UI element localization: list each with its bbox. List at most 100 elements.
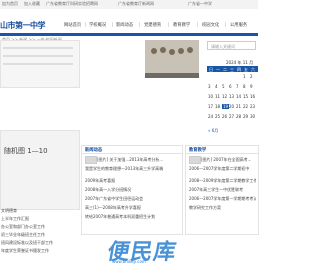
teaching-panel-title: 教育教学 [189, 148, 207, 153]
teaching-item[interactable]: 2006—2007学年度第一学期期考考试 [189, 196, 256, 202]
teaching-item[interactable]: 教学研究工作方案 [189, 205, 256, 211]
news-panel-title: 新闻动态 [85, 148, 103, 153]
calendar-day[interactable]: 26 [222, 114, 227, 119]
person-shape [151, 48, 157, 54]
news-item[interactable]: 转给2007年普通高考本科双重招生计划 [85, 214, 155, 220]
nav-home[interactable]: 网站首页 [64, 22, 81, 28]
news-item[interactable]: [图片] 关于加强...2013年高考分析... [97, 157, 179, 163]
nav-divider [139, 22, 140, 27]
calendar-day[interactable]: 13 [229, 94, 234, 99]
nav-news[interactable]: 新闻动态 [116, 22, 133, 28]
weekday: 五 [244, 66, 248, 72]
news-item[interactable]: 高三(1)—2008年高考升学喜报 [85, 205, 141, 211]
calendar-day[interactable]: 12 [222, 94, 227, 99]
photo-slideshow[interactable] [145, 40, 199, 78]
news-item[interactable]: 2008年高一入学分班情况 [85, 187, 131, 193]
nav-divider [85, 22, 86, 27]
placeholder-line [3, 55, 73, 57]
nav-divider [168, 22, 169, 27]
top-link[interactable]: 加为首页 [2, 1, 18, 7]
calendar-day[interactable]: 17 [208, 104, 213, 109]
nav-teaching[interactable]: 教育教学 [173, 22, 190, 28]
news-item[interactable]: 2009年高考喜报 [85, 178, 115, 184]
calendar-day[interactable]: 2 [250, 74, 253, 79]
calendar-day[interactable]: 18 [215, 104, 220, 109]
news-panel: 新闻动态 [图片] 关于加强...2013年高考分析... 我是学生的教育理想—… [81, 145, 183, 235]
top-link[interactable]: 广东省一中学 [188, 1, 212, 7]
calendar-day[interactable]: 30 [250, 114, 255, 119]
top-link[interactable]: 加入收藏 [24, 1, 40, 7]
person-shape [178, 48, 184, 54]
left-list-item[interactable]: 上半年工作汇报 [1, 216, 29, 222]
top-link[interactable]: 广东省教育厅科研实验招聘网 [46, 1, 98, 7]
calendar-day[interactable]: 10 [208, 94, 213, 99]
nav-services[interactable]: 公用服务 [230, 22, 247, 28]
calendar-day[interactable]: 16 [250, 94, 255, 99]
site-logo[interactable]: 山市第一中学 [0, 20, 46, 31]
left-list-item[interactable]: 班风建设标准以及班干部工作 [1, 240, 53, 246]
calendar-day[interactable]: 1 [243, 74, 246, 79]
left-list-item[interactable]: 初三毕业年级班主任工作 [1, 232, 45, 238]
person-shape [187, 47, 193, 53]
teaching-panel-header: 教育教学 [186, 146, 258, 154]
news-item[interactable]: 我是学生的教育理想—2013年高三升学高端 [85, 166, 179, 172]
calendar-day[interactable]: 29 [243, 114, 248, 119]
calendar-day[interactable]: 20 [229, 104, 234, 109]
calendar-day[interactable]: 22 [243, 104, 248, 109]
search-input[interactable]: 请输入关键词 [207, 41, 256, 50]
banner-text: 随机图 1—10 [4, 147, 48, 155]
weekday: 日 [209, 66, 213, 72]
person-shape [160, 47, 166, 53]
header-accent-bar [0, 33, 258, 36]
teaching-item[interactable]: 2006—2007学年度第二学期初中 [189, 166, 256, 172]
calendar-day[interactable]: 24 [208, 114, 213, 119]
watermark-url: www.bmkeji.com [112, 259, 146, 264]
weekday: 二 [223, 66, 227, 72]
calendar-day[interactable]: 14 [236, 94, 241, 99]
calendar-day[interactable]: 6 [229, 84, 232, 89]
teaching-item[interactable]: 2008—2009学年度第二学期教学工作 [189, 178, 256, 184]
news-thumbnail[interactable] [85, 156, 97, 164]
site-header: 山市第一中学 网站首页 学校概况 新闻动态 党建德育 教育教学 校园文化 公用服… [0, 9, 258, 33]
person-shape [169, 49, 175, 55]
slideshow-caption-bar [145, 73, 199, 78]
left-list-item[interactable]: 文明德育 [1, 208, 17, 214]
placeholder-line [3, 63, 73, 65]
news-item[interactable]: 2007年广东省中学生田径运动会 [85, 196, 143, 202]
nav-divider [112, 22, 113, 27]
calendar-prev-link[interactable]: « 6月 [208, 128, 218, 134]
left-list-item[interactable]: 年度学生荣誉证书颁发工作 [1, 248, 49, 254]
teaching-item[interactable]: [图片] 2007年在全国高考... [201, 157, 256, 163]
calendar-day[interactable]: 25 [215, 114, 220, 119]
calendar-day[interactable]: 11 [215, 94, 220, 99]
weekday: 三 [230, 66, 234, 72]
placeholder-line [3, 47, 73, 49]
teaching-panel: 教育教学 [图片] 2007年在全国高考... 2006—2007学年度第二学期… [185, 145, 259, 235]
calendar-day[interactable]: 9 [250, 84, 253, 89]
calendar-day[interactable]: 8 [243, 84, 246, 89]
left-feature-box [0, 40, 80, 88]
nav-party[interactable]: 党建德育 [144, 22, 161, 28]
teaching-thumbnail[interactable] [189, 156, 201, 164]
left-list-item[interactable]: 办公室和部门办公室工作 [1, 224, 45, 230]
calendar-day[interactable]: 7 [236, 84, 239, 89]
calendar-day[interactable]: 23 [250, 104, 255, 109]
top-link[interactable]: 广东省教育厅新闻网 [118, 1, 154, 7]
calendar-day[interactable]: 27 [229, 114, 234, 119]
calendar-day[interactable]: 21 [236, 104, 241, 109]
random-image-banner[interactable]: 随机图 1—10 [0, 130, 80, 210]
nav-culture[interactable]: 校园文化 [202, 22, 219, 28]
weekday: 四 [237, 66, 241, 72]
calendar-day[interactable]: 5 [222, 84, 225, 89]
nav-divider [225, 22, 226, 27]
nav-about[interactable]: 学校概况 [89, 22, 106, 28]
calendar-day[interactable]: 3 [208, 84, 211, 89]
teaching-item[interactable]: 2007年高三学生一中优胜联考 [189, 187, 256, 193]
calendar-day[interactable]: 4 [215, 84, 218, 89]
news-panel-header: 新闻动态 [82, 146, 182, 154]
calendar-day[interactable]: 15 [243, 94, 248, 99]
calendar-day[interactable]: 28 [236, 114, 241, 119]
nav-divider [197, 22, 198, 27]
weekday: 一 [216, 66, 220, 72]
calendar-weekday-header: 日 一 二 三 四 五 六 [207, 66, 258, 72]
